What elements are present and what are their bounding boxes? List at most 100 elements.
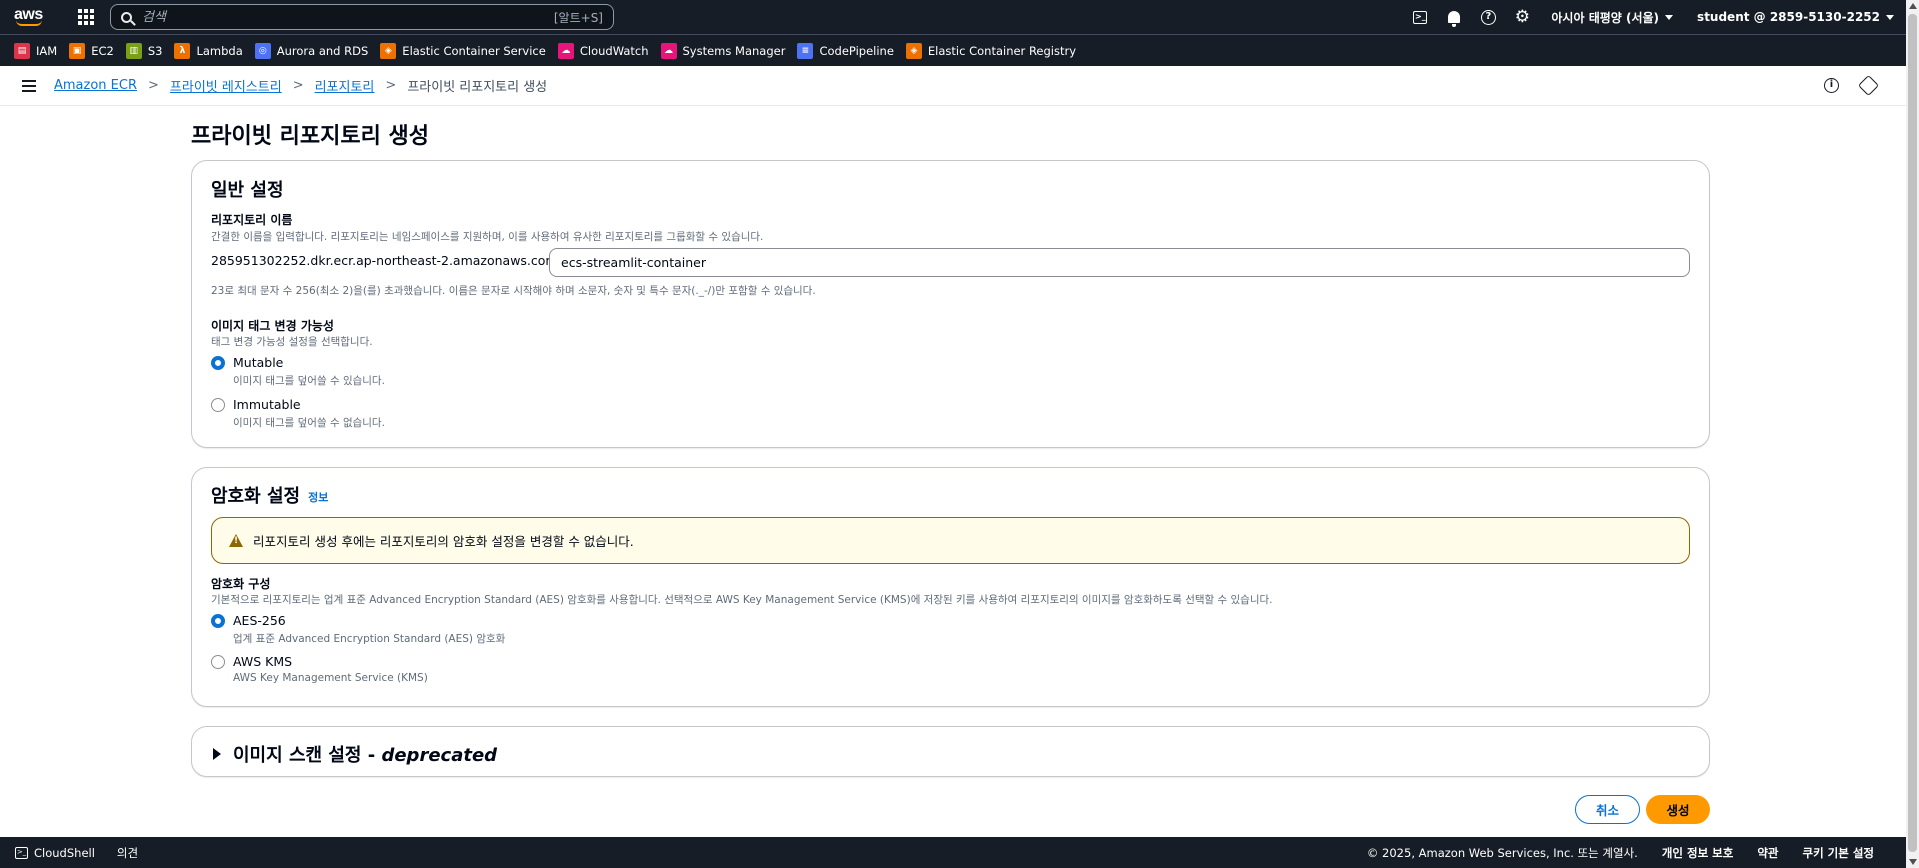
settings-hex-icon[interactable]: [1857, 74, 1880, 97]
favorites-bar: ▤ IAM ▣ EC2 ▥ S3 λ Lambda ◎ Aurora and RDS ◈ E…: [0, 34, 1906, 66]
footer: >_ CloudShell 의견 © 2025, Amazon Web Serv…: [0, 837, 1906, 868]
create-button[interactable]: 생성: [1646, 795, 1710, 824]
immutable-option[interactable]: Immutable 이미지 태그를 덮어쓸 수 없습니다.: [211, 397, 385, 430]
favorite-label: S3: [147, 43, 163, 58]
breadcrumb-amazon-ecr[interactable]: Amazon ECR: [54, 78, 137, 93]
breadcrumb-private-registry[interactable]: 프라이빗 레지스트리: [170, 76, 282, 95]
favorite-ecr[interactable]: ◈ Elastic Container Registry: [905, 42, 1077, 59]
rds-icon: ◎: [254, 42, 271, 59]
info-icon[interactable]: i: [1824, 78, 1839, 93]
favorite-ecs[interactable]: ◈ Elastic Container Service: [380, 42, 546, 59]
chevron-right-icon: >: [385, 78, 397, 93]
region-selector[interactable]: 아시아 태평양 (서울): [1539, 9, 1685, 26]
cloudshell-icon[interactable]: >_: [15, 846, 28, 859]
scrollbar-thumb[interactable]: [1908, 14, 1917, 852]
scroll-up-icon[interactable]: [1909, 3, 1917, 9]
cloudshell-icon[interactable]: >_: [1403, 0, 1437, 34]
encryption-config-description: 기본적으로 리포지토리는 업계 표준 Advanced Encryption S…: [211, 594, 1273, 606]
breadcrumb-bar: Amazon ECR > 프라이빗 레지스트리 > 리포지토리 > 프라이빗 리…: [0, 66, 1906, 106]
breadcrumb: Amazon ECR > 프라이빗 레지스트리 > 리포지토리 > 프라이빗 리…: [54, 76, 547, 95]
mutable-label: Mutable: [233, 355, 284, 370]
search-input[interactable]: [142, 9, 554, 25]
aes-radio[interactable]: [211, 614, 225, 628]
image-scan-header[interactable]: 이미지 스캔 설정 - deprecated: [213, 741, 497, 767]
encryption-warning-alert: 리포지토리 생성 후에는 리포지토리의 암호화 설정을 변경할 수 없습니다.: [211, 517, 1690, 564]
terms-link[interactable]: 약관: [1757, 845, 1778, 861]
repo-uri-prefix: 285951302252.dkr.ecr.ap-northeast-2.amaz…: [211, 253, 562, 268]
favorite-label: Lambda: [196, 43, 243, 58]
favorite-iam[interactable]: ▤ IAM: [14, 42, 58, 59]
kms-label: AWS KMS: [233, 654, 293, 669]
image-scan-heading: 이미지 스캔 설정 - deprecated: [233, 741, 497, 767]
general-settings-heading: 일반 설정: [211, 180, 284, 201]
favorite-ec2[interactable]: ▣ EC2: [69, 42, 114, 59]
cloudwatch-icon: ☁: [557, 42, 574, 59]
copyright-text: © 2025, Amazon Web Services, Inc. 또는 계열사…: [1366, 845, 1638, 860]
tag-mutability-description: 태그 변경 가능성 설정을 선택합니다.: [211, 336, 373, 348]
top-navigation: aws [알트+S] >_ ? ⚙ 아시아 태평양 (서울) student @…: [0, 0, 1906, 34]
feedback-link[interactable]: 의견: [117, 845, 138, 861]
favorite-cloudwatch[interactable]: ☁ CloudWatch: [557, 42, 649, 59]
bell-icon[interactable]: [1437, 0, 1471, 34]
mutable-radio[interactable]: [211, 356, 225, 370]
favorite-codepipeline[interactable]: ≡ CodePipeline: [797, 42, 894, 59]
favorite-systems-manager[interactable]: ☁ Systems Manager: [660, 42, 785, 59]
mutable-description: 이미지 태그를 덮어쓸 수 있습니다.: [233, 375, 385, 387]
search-icon: [121, 11, 132, 23]
kms-description: AWS Key Management Service (KMS): [233, 672, 428, 684]
s3-icon: ▥: [125, 42, 142, 59]
ec2-icon: ▣: [69, 42, 86, 59]
privacy-link[interactable]: 개인 정보 보호: [1662, 845, 1734, 861]
immutable-description: 이미지 태그를 덮어쓸 수 없습니다.: [233, 417, 385, 429]
ecr-icon: ◈: [905, 42, 922, 59]
image-scan-expandable[interactable]: 이미지 스캔 설정 - deprecated: [191, 726, 1710, 777]
aes-label: AES-256: [233, 613, 286, 628]
cookie-preferences-link[interactable]: 쿠키 기본 설정: [1803, 845, 1875, 861]
repo-name-description: 간결한 이름을 입력합니다. 리포지토리는 네임스페이스를 지원하며, 이를 사…: [211, 231, 764, 243]
aws-logo[interactable]: aws: [14, 0, 58, 34]
immutable-radio[interactable]: [211, 398, 225, 412]
favorite-label: Aurora and RDS: [276, 43, 369, 58]
favorite-label: IAM: [36, 43, 58, 58]
caret-right-icon: [213, 748, 221, 760]
cancel-button[interactable]: 취소: [1575, 795, 1640, 824]
encryption-info-link[interactable]: 정보: [308, 491, 328, 504]
systems-manager-icon: ☁: [660, 42, 677, 59]
favorite-label: CloudWatch: [579, 43, 649, 58]
account-menu[interactable]: student @ 2859-5130-2252: [1685, 10, 1906, 24]
search-shortcut: [알트+S]: [553, 10, 603, 25]
scroll-down-icon[interactable]: [1909, 859, 1917, 865]
kms-radio[interactable]: [211, 655, 225, 669]
gear-icon[interactable]: ⚙: [1505, 0, 1539, 34]
search-box[interactable]: [알트+S]: [110, 4, 614, 30]
kms-option[interactable]: AWS KMS AWS Key Management Service (KMS): [211, 654, 428, 684]
breadcrumb-repositories[interactable]: 리포지토리: [315, 76, 375, 95]
image-scan-heading-text: 이미지 스캔 설정 -: [233, 745, 382, 766]
immutable-label: Immutable: [233, 397, 301, 412]
cloudshell-link[interactable]: CloudShell: [34, 846, 95, 860]
favorite-s3[interactable]: ▥ S3: [125, 42, 163, 59]
page-scrollbar[interactable]: [1906, 0, 1919, 868]
favorite-rds[interactable]: ◎ Aurora and RDS: [254, 42, 369, 59]
repo-name-label: 리포지토리 이름: [211, 213, 293, 227]
encryption-config-label: 암호화 구성: [211, 577, 271, 591]
aes-description: 업계 표준 Advanced Encryption Standard (AES)…: [233, 633, 506, 645]
codepipeline-icon: ≡: [797, 42, 814, 59]
help-icon[interactable]: ?: [1471, 0, 1505, 34]
menu-icon[interactable]: [22, 79, 36, 92]
page-title: 프라이빗 리포지토리 생성: [191, 124, 429, 149]
warning-text: 리포지토리 생성 후에는 리포지토리의 암호화 설정을 변경할 수 없습니다.: [253, 534, 634, 549]
favorite-label: CodePipeline: [819, 43, 894, 58]
warning-icon: [229, 534, 243, 547]
caret-down-icon: [1665, 14, 1674, 20]
encryption-heading: 암호화 설정 정보: [211, 482, 328, 508]
breadcrumb-current: 프라이빗 리포지토리 생성: [407, 80, 548, 95]
favorite-lambda[interactable]: λ Lambda: [174, 42, 243, 59]
services-grid-icon[interactable]: [76, 7, 96, 27]
repo-name-constraint: 23로 최대 문자 수 256(최소 2)을(를) 초과했습니다. 이름은 문자…: [211, 285, 816, 297]
aes-option[interactable]: AES-256 업계 표준 Advanced Encryption Standa…: [211, 613, 505, 646]
favorite-label: Elastic Container Registry: [927, 43, 1077, 58]
general-settings-panel: 일반 설정 리포지토리 이름 간결한 이름을 입력합니다. 리포지토리는 네임스…: [191, 160, 1710, 448]
mutable-option[interactable]: Mutable 이미지 태그를 덮어쓸 수 있습니다.: [211, 355, 385, 388]
repo-name-input[interactable]: [549, 248, 1690, 277]
